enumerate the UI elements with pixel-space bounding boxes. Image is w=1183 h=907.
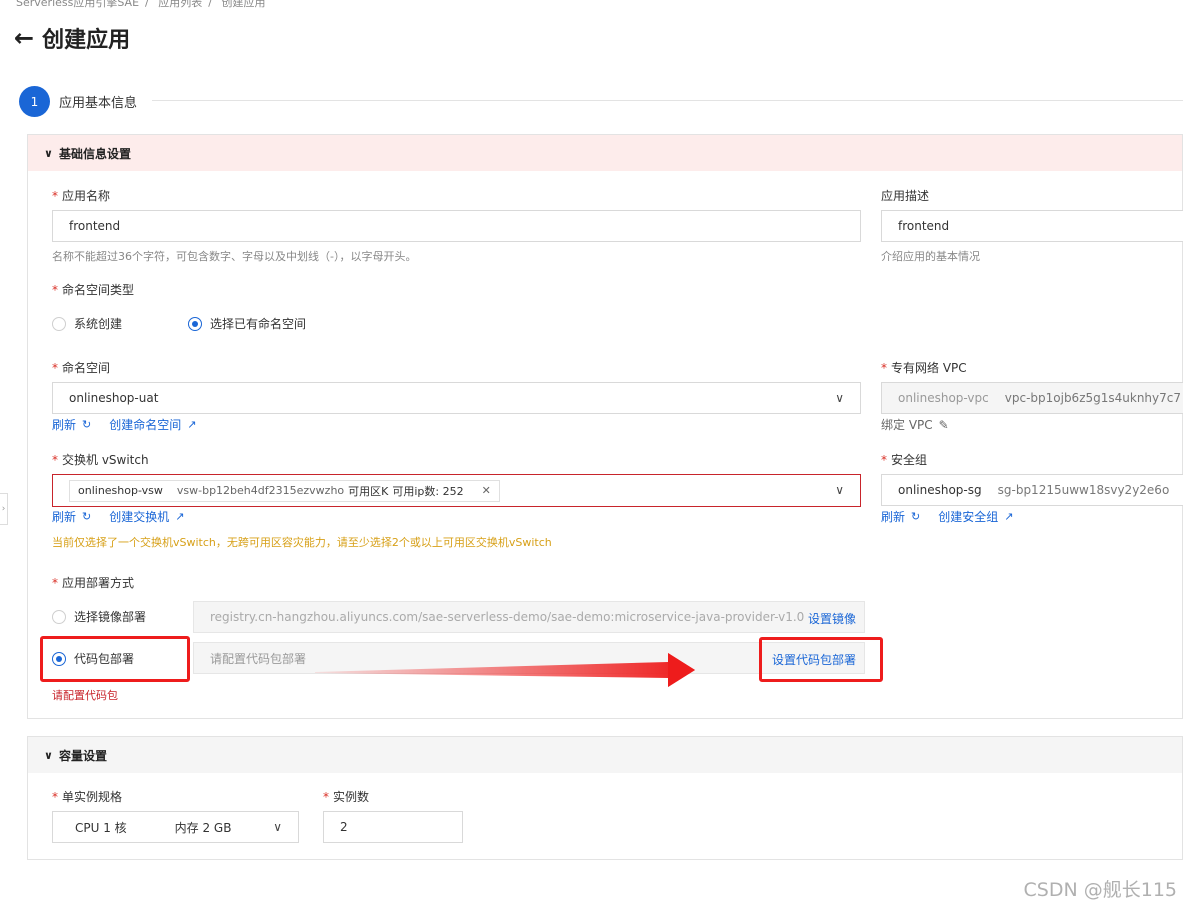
instance-count-input[interactable]: 2	[323, 811, 463, 843]
refresh-icon[interactable]: ↻	[82, 510, 91, 523]
step-number: 1	[19, 86, 50, 117]
set-image-button[interactable]: 设置镜像	[808, 610, 856, 627]
app-desc-label: 应用描述	[881, 189, 930, 203]
chevron-down-icon: ∨	[44, 146, 53, 160]
vswitch-warning: 当前仅选择了一个交换机vSwitch，无跨可用区容灾能力，请至少选择2个或以上可…	[52, 536, 552, 549]
step-label: 应用基本信息	[59, 96, 138, 111]
vswitch-select[interactable]: onlineshop-vsw vsw-bp12beh4df2315ezvwzho…	[52, 474, 861, 507]
capacity-header[interactable]: ∨ 容量设置	[28, 737, 1182, 773]
vswitch-actions: 刷新 ↻ 创建交换机 ↗	[52, 508, 184, 525]
annotation-highlight-code-button	[759, 637, 883, 682]
image-deploy-field: registry.cn-hangzhou.aliyuncs.com/sae-se…	[193, 601, 865, 633]
security-group-label: * 安全组	[881, 453, 928, 467]
create-security-group-link[interactable]: 创建安全组	[938, 508, 998, 525]
refresh-security-group-link[interactable]: 刷新	[881, 508, 905, 525]
refresh-icon[interactable]: ↻	[911, 510, 920, 523]
refresh-icon[interactable]: ↻	[82, 418, 91, 431]
basic-info-header[interactable]: ∨ 基础信息设置	[28, 135, 1182, 171]
namespace-select[interactable]: onlineshop-uat ∨	[52, 382, 861, 414]
deploy-method-label: * 应用部署方式	[52, 576, 135, 590]
app-desc-input[interactable]: frontend	[881, 210, 1183, 242]
security-group-select[interactable]: onlineshop-sg sg-bp1215uww18svy2y2e6o	[881, 474, 1183, 506]
app-name-help: 名称不能超过36个字符，可包含数字、字母以及中划线（-），以字母开头。	[52, 250, 417, 263]
vswitch-label: * 交换机 vSwitch	[52, 453, 149, 467]
vswitch-tag: onlineshop-vsw vsw-bp12beh4df2315ezvwzho…	[69, 479, 500, 502]
radio-existing-namespace[interactable]: 选择已有命名空间	[188, 315, 306, 332]
chevron-down-icon: ∨	[835, 391, 844, 405]
breadcrumb: Serverless应用引擎SAE / 应用列表 / 创建应用	[16, 0, 271, 10]
namespace-label: * 命名空间	[52, 361, 111, 375]
radio-image-deploy[interactable]: 选择镜像部署	[52, 608, 146, 625]
create-vswitch-link[interactable]: 创建交换机	[109, 508, 169, 525]
app-name-label: * 应用名称	[52, 189, 111, 203]
breadcrumb-item: 创建应用	[221, 0, 266, 9]
breadcrumb-item[interactable]: Serverless应用引擎SAE	[16, 0, 139, 9]
code-package-error: 请配置代码包	[52, 689, 118, 702]
instance-spec-select[interactable]: CPU 1 核 内存 2 GB ∨	[52, 811, 299, 843]
watermark: CSDN @舰长115	[1023, 879, 1177, 901]
instance-count-label: * 实例数	[323, 790, 370, 804]
annotation-arrow-icon	[315, 653, 695, 687]
refresh-namespace-link[interactable]: 刷新	[52, 416, 76, 433]
step-divider	[152, 100, 1183, 101]
section-title: 容量设置	[58, 748, 107, 763]
page-header: ← 创建应用	[14, 22, 130, 54]
annotation-highlight-code-option	[40, 636, 190, 682]
namespace-actions: 刷新 ↻ 创建命名空间 ↗	[52, 416, 196, 433]
external-link-icon[interactable]: ↗	[187, 418, 196, 431]
breadcrumb-item[interactable]: 应用列表	[158, 0, 202, 9]
vpc-field: onlineshop-vpc vpc-bp1ojb6z5g1s4uknhy7c7	[881, 382, 1183, 414]
radio-circle-checked	[188, 316, 202, 331]
app-desc-help: 介绍应用的基本情况	[881, 250, 980, 263]
edit-icon[interactable]: ✎	[939, 418, 949, 432]
external-link-icon[interactable]: ↗	[1004, 510, 1013, 523]
vpc-label: * 专有网络 VPC	[881, 361, 967, 375]
page-title: 创建应用	[42, 28, 131, 53]
refresh-vswitch-link[interactable]: 刷新	[52, 508, 76, 525]
chevron-down-icon: ∨	[273, 820, 282, 834]
arrow-left-icon[interactable]: ←	[14, 24, 34, 52]
radio-system-create[interactable]: 系统创建	[52, 315, 122, 332]
bind-vpc[interactable]: 绑定 VPC ✎	[881, 416, 949, 433]
section-title: 基础信息设置	[58, 146, 131, 161]
close-icon[interactable]: ✕	[482, 484, 491, 497]
chevron-down-icon: ∨	[835, 483, 844, 497]
chevron-down-icon: ∨	[44, 748, 53, 762]
ns-type-label: * 命名空间类型	[52, 283, 135, 297]
instance-spec-label: * 单实例规格	[52, 790, 123, 804]
external-link-icon[interactable]: ↗	[175, 510, 184, 523]
app-name-input[interactable]: frontend	[52, 210, 861, 242]
radio-circle	[52, 609, 66, 624]
create-namespace-link[interactable]: 创建命名空间	[109, 416, 181, 433]
security-group-actions: 刷新 ↻ 创建安全组 ↗	[881, 508, 1013, 525]
radio-circle	[52, 316, 66, 331]
sidebar-toggle-handle[interactable]: ›	[0, 493, 8, 525]
